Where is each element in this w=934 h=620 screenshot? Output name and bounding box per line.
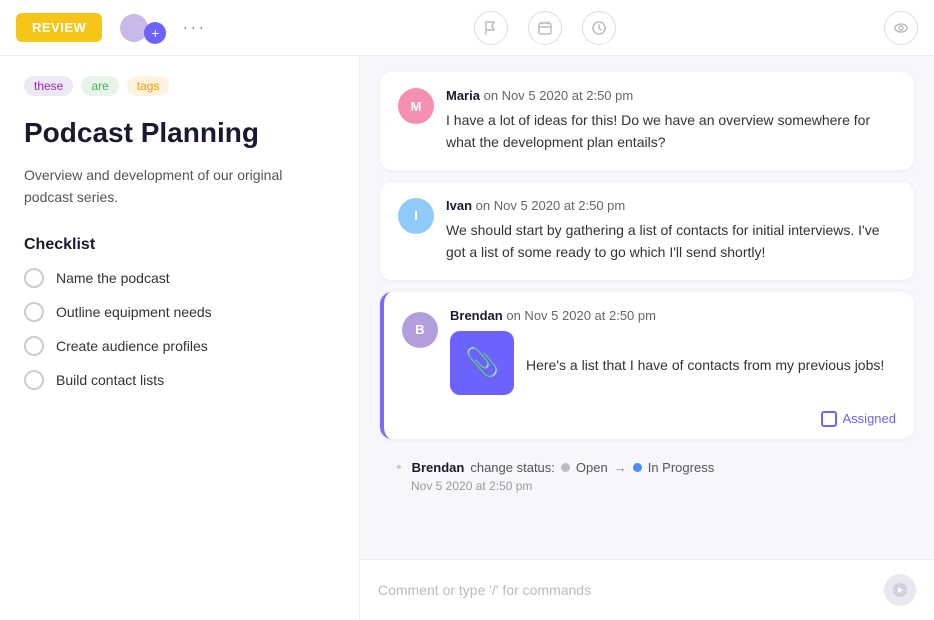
send-button[interactable] [884,574,916,606]
checklist-label-4: Build contact lists [56,372,164,388]
comment-body-ivan: Ivan on Nov 5 2020 at 2:50 pm We should … [446,198,896,264]
send-icon [892,582,908,598]
comment-timestamp-brendan: on Nov 5 2020 at 2:50 pm [506,308,656,323]
tags-row: these are tags [24,76,335,96]
page-description: Overview and development of our original… [24,164,335,209]
assigned-label: Assigned [843,411,896,426]
avatar-brendan: B [402,312,438,348]
comment-input-area: Comment or type '/' for commands [360,559,934,620]
status-to: In Progress [648,460,714,475]
status-bullet: • [396,459,402,477]
checklist-label-3: Create audience profiles [56,338,208,354]
avatar-maria: M [398,88,434,124]
eye-icon[interactable] [884,11,918,45]
comment-placeholder: Comment or type '/' for commands [378,582,884,598]
comment-header-ivan: Ivan on Nov 5 2020 at 2:50 pm [446,198,896,213]
brendan-text-area: Brendan on Nov 5 2020 at 2:50 pm 📎 Here'… [450,308,896,395]
avatar-ivan: I [398,198,434,234]
topbar-center-icons [206,11,884,45]
brendan-message: Here's a list that I have of contacts fr… [526,354,884,376]
status-action: change status: [470,460,555,475]
comment-author-ivan: Ivan [446,198,472,213]
status-dot-inprogress [633,463,642,472]
comment-header-maria: Maria on Nov 5 2020 at 2:50 pm [446,88,896,103]
status-arrow: → [614,460,627,475]
comment-timestamp-maria: on Nov 5 2020 at 2:50 pm [484,88,634,103]
checklist-item-1[interactable]: Name the podcast [24,268,335,288]
comment-ivan: I Ivan on Nov 5 2020 at 2:50 pm We shoul… [380,182,914,280]
assigned-checkbox[interactable] [821,411,837,427]
calendar-icon[interactable] [528,11,562,45]
topbar: REVIEW + ··· [0,0,934,56]
tag-tags[interactable]: tags [127,76,170,96]
comment-author-brendan: Brendan [450,308,503,323]
brendan-inner: B Brendan on Nov 5 2020 at 2:50 pm 📎 Her… [384,292,914,411]
comment-brendan: B Brendan on Nov 5 2020 at 2:50 pm 📎 Her… [380,292,914,439]
checklist-label-2: Outline equipment needs [56,304,212,320]
attachment-box[interactable]: 📎 [450,331,514,395]
comment-text-maria: I have a lot of ideas for this! Do we ha… [446,109,896,154]
add-member-button[interactable]: + [144,22,166,44]
brendan-header: Brendan on Nov 5 2020 at 2:50 pm [450,308,896,323]
flag-icon[interactable] [474,11,508,45]
checklist-item-2[interactable]: Outline equipment needs [24,302,335,322]
checklist-item-3[interactable]: Create audience profiles [24,336,335,356]
status-dot-open [561,463,570,472]
comment-body-maria: Maria on Nov 5 2020 at 2:50 pm I have a … [446,88,896,154]
status-date: Nov 5 2020 at 2:50 pm [411,479,898,493]
clock-icon[interactable] [582,11,616,45]
comment-author-maria: Maria [446,88,480,103]
paperclip-icon: 📎 [465,346,500,379]
topbar-right [884,11,918,45]
check-circle-2 [24,302,44,322]
comment-text-ivan: We should start by gathering a list of c… [446,219,896,264]
assigned-row: Assigned [384,411,914,439]
comment-maria: M Maria on Nov 5 2020 at 2:50 pm I have … [380,72,914,170]
checklist-title: Checklist [24,236,335,254]
check-circle-1 [24,268,44,288]
right-panel: M Maria on Nov 5 2020 at 2:50 pm I have … [360,56,934,620]
status-line: • Brendan change status: Open → In Progr… [396,459,898,477]
checklist-item-4[interactable]: Build contact lists [24,370,335,390]
checklist-label-1: Name the podcast [56,270,170,286]
check-circle-3 [24,336,44,356]
main-content: these are tags Podcast Planning Overview… [0,56,934,620]
left-panel: these are tags Podcast Planning Overview… [0,56,360,620]
avatar-group: + [118,12,166,44]
status-from: Open [576,460,608,475]
page-title: Podcast Planning [24,116,335,150]
status-author: Brendan [412,460,465,475]
tag-these[interactable]: these [24,76,73,96]
tag-are[interactable]: are [81,76,118,96]
comment-timestamp-ivan: on Nov 5 2020 at 2:50 pm [476,198,626,213]
check-circle-4 [24,370,44,390]
comments-area: M Maria on Nov 5 2020 at 2:50 pm I have … [360,56,934,559]
review-button[interactable]: REVIEW [16,13,102,42]
more-options-button[interactable]: ··· [182,17,206,38]
status-change-row: • Brendan change status: Open → In Progr… [380,451,914,501]
